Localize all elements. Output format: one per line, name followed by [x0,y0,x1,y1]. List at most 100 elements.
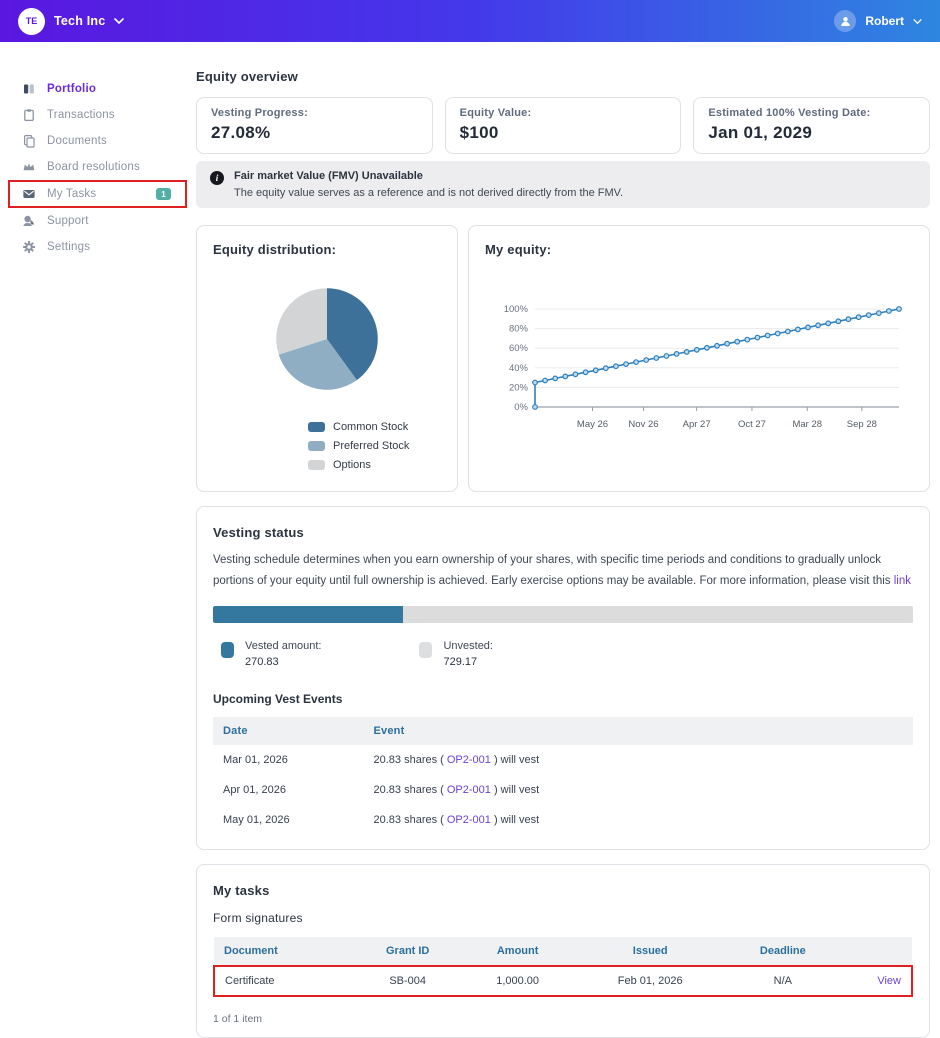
column-header-event: Event [364,717,914,745]
legend-label: Preferred Stock [333,440,409,452]
event-date: Apr 01, 2026 [213,775,364,805]
line-chart-title: My equity: [485,242,913,257]
event-text-pre: 20.83 shares ( [374,814,447,826]
stats-row: Vesting Progress: 27.08% Equity Value: $… [196,97,930,154]
crown-icon [22,160,36,174]
line-chart: 0%20%40%60%80%100%May 26Nov 26Apr 27Oct … [485,301,913,433]
vesting-progress-bar [213,606,913,623]
stat-label: Estimated 100% Vesting Date: [708,107,915,119]
pie-chart-title: Equity distribution: [213,242,441,257]
vesting-legend: Vested amount: 270.83 Unvested: 729.17 [221,640,913,668]
grant-id-link[interactable]: OP2-001 [447,784,491,796]
task-row-highlighted[interactable]: Certificate SB-004 1,000.00 Feb 01, 2026… [214,966,912,996]
svg-text:May 26: May 26 [577,419,608,430]
vesting-description: Vesting schedule determines when you ear… [213,550,913,593]
unvested-swatch [419,642,432,658]
column-header-action [839,937,912,966]
column-header-grant-id: Grant ID [354,937,462,966]
tasks-count-badge: 1 [156,188,171,201]
svg-text:0%: 0% [514,402,528,413]
column-header-date: Date [213,717,364,745]
vested-value: 270.83 [245,656,321,668]
sidebar-item-transactions[interactable]: Transactions [0,102,195,128]
grant-id-link[interactable]: OP2-001 [447,754,491,766]
equity-distribution-card: Equity distribution: Common Stock Prefer… [196,225,458,492]
legend-swatch [308,441,325,451]
svg-text:Oct 27: Oct 27 [738,419,766,430]
stat-value: 27.08% [211,123,418,143]
column-header-deadline: Deadline [727,937,839,966]
unvested-value: 729.17 [443,656,493,668]
fmv-banner: i Fair market Value (FMV) Unavailable Th… [196,161,930,208]
column-header-amount: Amount [462,937,574,966]
event-date: Mar 01, 2026 [213,745,364,775]
view-task-link[interactable]: View [877,975,901,987]
column-header-issued: Issued [573,937,727,966]
company-selector[interactable]: TE Tech Inc [18,8,124,35]
sidebar-item-label: Transactions [47,109,181,121]
envelope-icon [22,187,36,201]
company-name: Tech Inc [54,14,105,28]
vesting-description-text: Vesting schedule determines when you ear… [213,554,894,587]
svg-text:60%: 60% [509,343,529,354]
sidebar-nav: Portfolio Transactions Documents Board r… [0,42,195,1000]
company-avatar: TE [18,8,45,35]
vesting-status-card: Vesting status Vesting schedule determin… [196,506,930,850]
clipboard-icon [22,108,36,122]
sidebar-item-support[interactable]: Support [0,208,195,234]
user-avatar-icon [834,10,856,32]
task-deadline: N/A [727,966,839,996]
vesting-progress-fill [213,606,403,623]
main-content: Equity overview Vesting Progress: 27.08%… [196,42,930,1038]
task-document: Certificate [214,966,354,996]
my-equity-card: My equity: 0%20%40%60%80%100%May 26Nov 2… [468,225,930,492]
table-row: Mar 01, 2026 20.83 shares ( OP2-001 ) wi… [213,745,913,775]
sidebar-item-label: Documents [47,135,181,147]
column-header-document: Document [214,937,354,966]
tasks-table: Document Grant ID Amount Issued Deadline… [213,937,913,997]
sidebar-item-label: Settings [47,241,181,253]
sidebar-item-portfolio[interactable]: Portfolio [0,76,195,102]
table-row: Apr 01, 2026 20.83 shares ( OP2-001 ) wi… [213,775,913,805]
fmv-banner-subtitle: The equity value serves as a reference a… [234,187,623,199]
stat-label: Equity Value: [460,107,667,119]
user-name: Robert [865,14,904,28]
pie-legend: Common Stock Preferred Stock Options [308,421,441,471]
event-text-post: ) will vest [491,814,539,826]
vested-legend-item: Vested amount: 270.83 [221,640,321,668]
event-text-post: ) will vest [491,784,539,796]
gear-icon [22,240,36,254]
support-icon [22,214,36,228]
info-icon: i [210,171,224,185]
event-text-post: ) will vest [491,754,539,766]
event-text: 20.83 shares ( OP2-001 ) will vest [364,805,914,835]
stat-value: Jan 01, 2029 [708,123,915,143]
event-text: 20.83 shares ( OP2-001 ) will vest [364,775,914,805]
svg-text:Mar 28: Mar 28 [792,419,822,430]
stat-card-vesting-date: Estimated 100% Vesting Date: Jan 01, 202… [693,97,930,154]
vesting-status-title: Vesting status [213,525,913,540]
unvested-label: Unvested: [443,640,493,652]
sidebar-item-board-resolutions[interactable]: Board resolutions [0,154,195,180]
vesting-info-link[interactable]: link [894,575,911,587]
documents-icon [22,134,36,148]
top-header: TE Tech Inc Robert [0,0,940,42]
svg-text:Nov 26: Nov 26 [628,419,658,430]
task-issued: Feb 01, 2026 [573,966,727,996]
sidebar-item-settings[interactable]: Settings [0,234,195,260]
event-text: 20.83 shares ( OP2-001 ) will vest [364,745,914,775]
pie-chart [271,283,383,395]
grant-id-link[interactable]: OP2-001 [447,814,491,826]
sidebar-item-my-tasks[interactable]: My Tasks 1 [8,180,187,208]
sidebar-item-documents[interactable]: Documents [0,128,195,154]
legend-label: Options [333,459,371,471]
chevron-down-icon [913,12,922,30]
unvested-legend-item: Unvested: 729.17 [419,640,493,668]
stat-label: Vesting Progress: [211,107,418,119]
sidebar-item-label: My Tasks [47,188,145,200]
svg-text:Sep 28: Sep 28 [847,419,877,430]
event-date: May 01, 2026 [213,805,364,835]
user-menu[interactable]: Robert [834,10,922,32]
legend-item: Common Stock [308,421,441,433]
chevron-down-icon [114,12,124,30]
